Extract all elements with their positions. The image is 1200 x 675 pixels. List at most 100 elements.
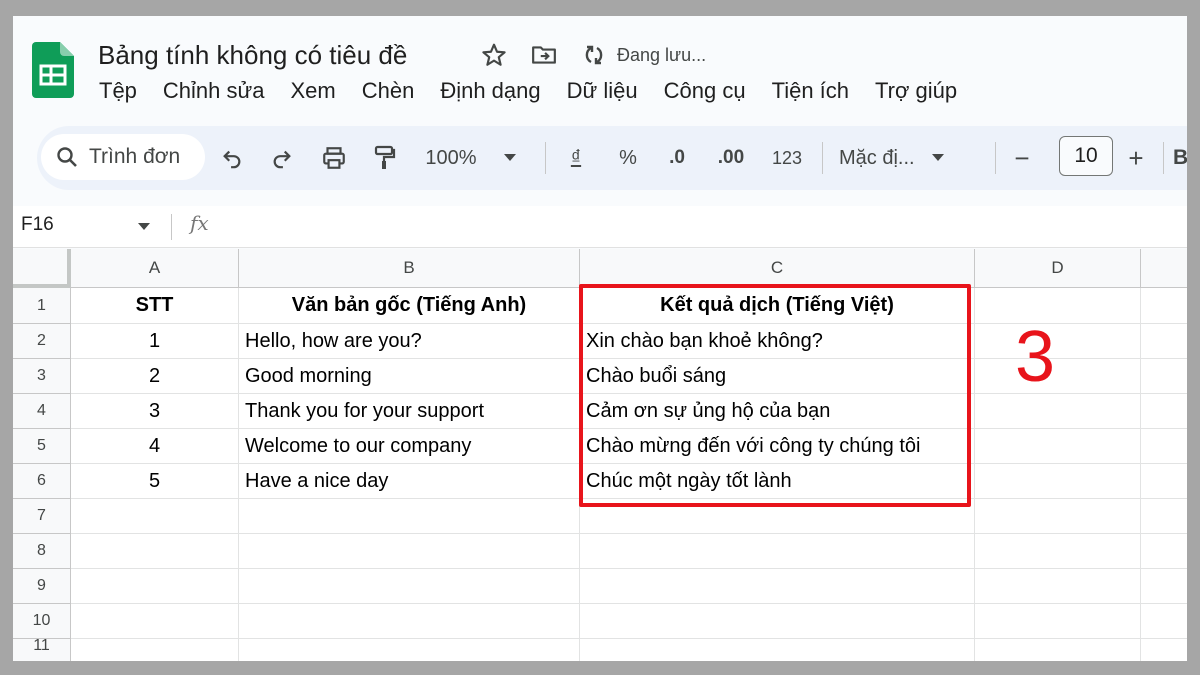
- row-header-2[interactable]: 2: [13, 324, 71, 359]
- column-header-e[interactable]: [1141, 249, 1187, 288]
- menu-edit[interactable]: Chỉnh sửa: [163, 78, 265, 104]
- cell-b1[interactable]: Văn bản gốc (Tiếng Anh): [239, 288, 580, 324]
- select-all-corner[interactable]: [13, 249, 71, 288]
- cell-e2[interactable]: [1141, 324, 1187, 359]
- cell-b5[interactable]: Welcome to our company: [239, 429, 580, 464]
- cell-empty[interactable]: [239, 534, 580, 569]
- cell-c6[interactable]: Chúc một ngày tốt lành: [580, 464, 975, 499]
- column-header-a[interactable]: A: [71, 249, 239, 288]
- sheets-logo-icon[interactable]: [32, 42, 74, 98]
- cell-d4[interactable]: [975, 394, 1141, 429]
- row-header-8[interactable]: 8: [13, 534, 71, 569]
- print-icon[interactable]: [317, 142, 351, 174]
- menu-view[interactable]: Xem: [290, 78, 335, 104]
- cell-empty[interactable]: [975, 499, 1141, 534]
- row-header-10[interactable]: 10: [13, 604, 71, 639]
- row-header-7[interactable]: 7: [13, 499, 71, 534]
- cell-empty[interactable]: [580, 569, 975, 604]
- cell-empty[interactable]: [239, 639, 580, 661]
- move-to-folder-icon[interactable]: [529, 40, 559, 70]
- undo-icon[interactable]: [217, 142, 247, 174]
- cell-empty[interactable]: [239, 499, 580, 534]
- cell-empty[interactable]: [1141, 499, 1187, 534]
- cell-empty[interactable]: [975, 639, 1141, 661]
- name-box-dropdown-icon[interactable]: [137, 222, 151, 232]
- decrease-font-size-button[interactable]: −: [1007, 142, 1037, 174]
- row-header-6[interactable]: 6: [13, 464, 71, 499]
- cell-empty[interactable]: [580, 534, 975, 569]
- font-select[interactable]: Mặc đị...: [839, 142, 979, 174]
- cell-b2[interactable]: Hello, how are you?: [239, 324, 580, 359]
- percent-format-button[interactable]: %: [613, 142, 643, 174]
- menu-file[interactable]: Tệp: [99, 78, 137, 104]
- cell-c4[interactable]: Cảm ơn sự ủng hộ của bạn: [580, 394, 975, 429]
- menu-tools[interactable]: Công cụ: [664, 78, 746, 104]
- row-header-11[interactable]: 11: [13, 637, 71, 661]
- number-format-button[interactable]: 123: [767, 142, 807, 174]
- row-header-1[interactable]: 1: [13, 288, 71, 324]
- currency-format-button[interactable]: ₫: [561, 142, 591, 174]
- column-header-d[interactable]: D: [975, 249, 1141, 288]
- cell-empty[interactable]: [580, 604, 975, 639]
- cell-c5[interactable]: Chào mừng đến với công ty chúng tôi: [580, 429, 975, 464]
- cell-empty[interactable]: [239, 604, 580, 639]
- document-title[interactable]: Bảng tính không có tiêu đề: [98, 40, 407, 71]
- cell-d3[interactable]: [975, 359, 1141, 394]
- row-header-3[interactable]: 3: [13, 359, 71, 394]
- cell-empty[interactable]: [71, 499, 239, 534]
- cell-empty[interactable]: [71, 569, 239, 604]
- cell-empty[interactable]: [71, 639, 239, 661]
- name-box[interactable]: F16: [21, 214, 54, 236]
- cell-empty[interactable]: [580, 499, 975, 534]
- cell-empty[interactable]: [975, 534, 1141, 569]
- cell-empty[interactable]: [239, 569, 580, 604]
- menu-insert[interactable]: Chèn: [362, 78, 415, 104]
- increase-font-size-button[interactable]: +: [1121, 142, 1151, 174]
- cell-empty[interactable]: [975, 569, 1141, 604]
- cell-a1[interactable]: STT: [71, 288, 239, 324]
- cell-a4[interactable]: 3: [71, 394, 239, 429]
- cell-a3[interactable]: 2: [71, 359, 239, 394]
- cell-empty[interactable]: [580, 639, 975, 661]
- cell-empty[interactable]: [1141, 639, 1187, 661]
- decrease-decimal-button[interactable]: .0: [657, 142, 697, 174]
- cell-empty[interactable]: [71, 534, 239, 569]
- row-header-5[interactable]: 5: [13, 429, 71, 464]
- row-header-4[interactable]: 4: [13, 394, 71, 429]
- font-size-input[interactable]: 10: [1059, 136, 1113, 176]
- cell-b6[interactable]: Have a nice day: [239, 464, 580, 499]
- bold-button[interactable]: B: [1173, 142, 1187, 174]
- increase-decimal-button[interactable]: .00: [709, 142, 753, 174]
- cell-e5[interactable]: [1141, 429, 1187, 464]
- cell-empty[interactable]: [1141, 569, 1187, 604]
- column-header-c[interactable]: C: [580, 249, 975, 288]
- cell-empty[interactable]: [975, 604, 1141, 639]
- cell-empty[interactable]: [71, 604, 239, 639]
- cell-e1[interactable]: [1141, 288, 1187, 324]
- zoom-select[interactable]: 100%: [421, 142, 521, 174]
- cell-a6[interactable]: 5: [71, 464, 239, 499]
- cell-c3[interactable]: Chào buổi sáng: [580, 359, 975, 394]
- paint-format-icon[interactable]: [369, 142, 399, 174]
- menu-help[interactable]: Trợ giúp: [875, 78, 957, 104]
- menu-search[interactable]: Trình đơn: [41, 134, 205, 180]
- cell-e6[interactable]: [1141, 464, 1187, 499]
- column-header-b[interactable]: B: [239, 249, 580, 288]
- cell-d2[interactable]: [975, 324, 1141, 359]
- cell-c2[interactable]: Xin chào bạn khoẻ không?: [580, 324, 975, 359]
- cell-b3[interactable]: Good morning: [239, 359, 580, 394]
- cell-a5[interactable]: 4: [71, 429, 239, 464]
- cell-b4[interactable]: Thank you for your support: [239, 394, 580, 429]
- row-header-9[interactable]: 9: [13, 569, 71, 604]
- cell-d1[interactable]: [975, 288, 1141, 324]
- menu-format[interactable]: Định dạng: [440, 78, 540, 104]
- cell-a2[interactable]: 1: [71, 324, 239, 359]
- menu-extensions[interactable]: Tiện ích: [772, 78, 849, 104]
- cell-d5[interactable]: [975, 429, 1141, 464]
- cell-empty[interactable]: [1141, 604, 1187, 639]
- cell-empty[interactable]: [1141, 534, 1187, 569]
- star-icon[interactable]: [479, 40, 509, 70]
- cell-e4[interactable]: [1141, 394, 1187, 429]
- cell-d6[interactable]: [975, 464, 1141, 499]
- cell-e3[interactable]: [1141, 359, 1187, 394]
